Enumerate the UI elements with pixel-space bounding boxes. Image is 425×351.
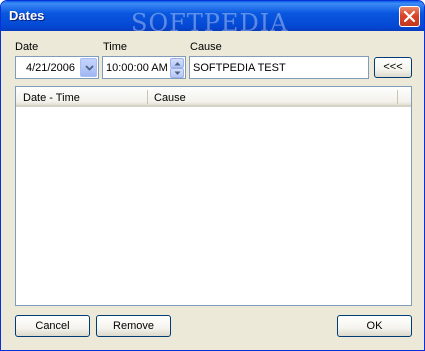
- date-dropdown-button[interactable]: [80, 58, 97, 77]
- date-value: 4/21/2006: [26, 62, 75, 74]
- time-label: Time: [103, 41, 128, 53]
- column-divider[interactable]: [147, 90, 148, 104]
- time-spin-up[interactable]: [170, 58, 184, 68]
- cause-input[interactable]: SOFTPEDIA TEST: [189, 56, 369, 79]
- column-header-cause[interactable]: Cause: [154, 92, 186, 104]
- list-header: Date - Time Cause: [16, 87, 411, 107]
- dates-dialog: Dates SOFTPEDIA Date Time Cause 4/21/200…: [0, 0, 425, 351]
- cause-value: SOFTPEDIA TEST: [193, 62, 286, 74]
- window-title: Dates: [9, 8, 45, 23]
- close-button[interactable]: [399, 6, 420, 27]
- date-picker[interactable]: 4/21/2006: [15, 56, 99, 79]
- dates-list[interactable]: Date - Time Cause: [15, 86, 412, 306]
- spin-up-icon: [174, 62, 181, 66]
- ok-button[interactable]: OK: [337, 315, 412, 337]
- date-label: Date: [15, 41, 39, 53]
- spin-down-icon: [174, 71, 181, 75]
- time-picker[interactable]: 10:00:00 AM: [102, 56, 186, 79]
- cause-label: Cause: [190, 41, 222, 53]
- add-entry-button[interactable]: <<<: [374, 57, 412, 78]
- column-divider[interactable]: [397, 90, 398, 104]
- remove-button[interactable]: Remove: [96, 315, 171, 337]
- column-header-date-time[interactable]: Date - Time: [23, 92, 80, 104]
- chevron-down-icon: [85, 65, 94, 71]
- softpedia-watermark: SOFTPEDIA: [131, 9, 289, 37]
- time-value: 10:00:00 AM: [106, 62, 168, 74]
- cancel-button[interactable]: Cancel: [15, 315, 90, 337]
- time-spin-down[interactable]: [170, 68, 184, 78]
- close-icon: [403, 10, 416, 23]
- title-bar[interactable]: Dates SOFTPEDIA: [1, 1, 424, 37]
